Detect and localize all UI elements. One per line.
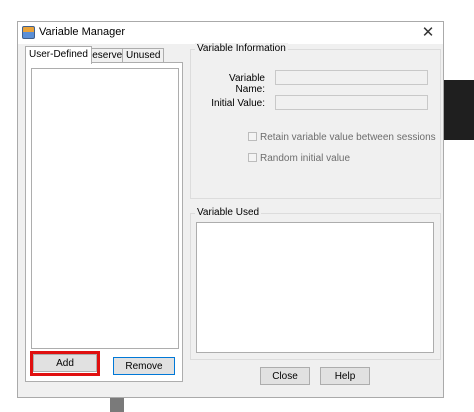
variable-used-legend: Variable Used: [195, 207, 262, 218]
random-initial-checkbox[interactable]: [248, 153, 257, 162]
variable-used-group: Variable Used: [190, 207, 441, 360]
retain-value-checkbox-row[interactable]: Retain variable value between sessions: [248, 132, 436, 144]
variable-information-group: Variable Information Variable Name: Init…: [190, 43, 441, 199]
retain-value-label: Retain variable value between sessions: [260, 132, 436, 143]
variable-list[interactable]: [31, 68, 179, 349]
initial-value-label: Initial Value:: [211, 98, 265, 109]
tab-unused[interactable]: Unused: [122, 48, 165, 63]
variable-information-legend: Variable Information: [195, 43, 288, 54]
background-dark-panel: [442, 80, 474, 140]
help-button[interactable]: Help: [320, 367, 370, 385]
close-button[interactable]: Close: [260, 367, 310, 385]
background-strip: [110, 398, 124, 412]
random-initial-checkbox-row[interactable]: Random initial value: [248, 153, 350, 165]
variable-manager-dialog: Variable Manager ✕ User-Defined Reserved…: [17, 21, 444, 398]
app-icon: [22, 26, 35, 39]
remove-button[interactable]: Remove: [113, 357, 175, 375]
tab-user-defined[interactable]: User-Defined: [25, 46, 92, 64]
add-button[interactable]: Add: [33, 354, 97, 372]
random-initial-label: Random initial value: [260, 153, 351, 164]
tab-panel-user-defined: [25, 62, 183, 382]
variable-name-label: Variable Name:: [229, 73, 265, 95]
variable-used-list[interactable]: [196, 222, 434, 353]
initial-value-field[interactable]: [275, 95, 428, 110]
window-title: Variable Manager: [39, 26, 126, 38]
title-bar[interactable]: Variable Manager ✕: [18, 22, 443, 44]
close-window-button[interactable]: ✕: [413, 22, 443, 44]
variable-name-field[interactable]: [275, 70, 428, 85]
retain-value-checkbox[interactable]: [248, 132, 257, 141]
